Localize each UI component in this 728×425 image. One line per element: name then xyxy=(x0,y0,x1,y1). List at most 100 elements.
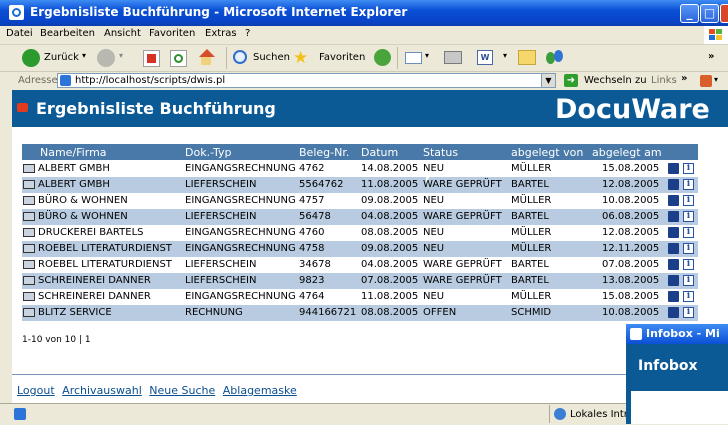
save-icon[interactable] xyxy=(668,259,679,270)
info-icon[interactable]: i xyxy=(683,195,694,206)
links-label[interactable]: Links xyxy=(651,75,677,86)
back-label[interactable]: Zurück xyxy=(44,52,79,63)
cell-name: BÜRO & WOHNEN xyxy=(38,195,128,206)
info-icon[interactable]: i xyxy=(683,163,694,174)
favorites-label[interactable]: Favoriten xyxy=(319,52,365,63)
save-icon[interactable] xyxy=(668,211,679,222)
cell-name: BLITZ SERVICE xyxy=(38,307,112,318)
table-row[interactable]: ALBERT GMBH EINGANGSRECHNUNG 4762 14.08.200… xyxy=(22,161,698,177)
info-icon[interactable]: i xyxy=(683,259,694,270)
info-icon[interactable]: i xyxy=(683,227,694,238)
forward-arrow-icon[interactable] xyxy=(97,49,115,67)
table-row[interactable]: BLITZ SERVICE RECHNUNG 944166721 08.08.2005… xyxy=(22,305,698,321)
ablagemaske-link[interactable]: Ablagemaske xyxy=(223,384,297,397)
infobox-titlebar[interactable]: Infobox - Mi xyxy=(626,324,728,344)
document-icon[interactable] xyxy=(23,180,35,189)
menu-ansicht[interactable]: Ansicht xyxy=(104,28,141,39)
col-status[interactable]: Status xyxy=(423,146,458,159)
info-icon[interactable]: i xyxy=(683,243,694,254)
go-arrow-icon[interactable]: ➜ xyxy=(564,74,578,87)
search-icon[interactable] xyxy=(233,50,247,64)
document-icon[interactable] xyxy=(23,260,35,269)
pager[interactable]: 1-10 von 10 | 1 xyxy=(22,335,91,345)
document-icon[interactable] xyxy=(23,196,35,205)
neue-suche-link[interactable]: Neue Suche xyxy=(149,384,215,397)
discuss-icon[interactable] xyxy=(518,50,536,65)
edit-dropdown-icon[interactable]: ▾ xyxy=(503,51,507,60)
back-arrow-icon[interactable] xyxy=(22,49,40,67)
minimize-button[interactable]: _ xyxy=(680,4,699,23)
menu-datei[interactable]: Datei xyxy=(6,28,33,39)
messenger-icon[interactable] xyxy=(546,50,564,66)
table-row[interactable]: ROEBEL LITERATURDIENST EINGANGSRECHNUNG 47… xyxy=(22,241,698,257)
maximize-button[interactable]: □ xyxy=(700,4,719,23)
go-button[interactable]: Wechseln zu xyxy=(584,75,647,86)
back-dropdown-icon[interactable]: ▾ xyxy=(82,51,86,60)
document-icon[interactable] xyxy=(23,244,35,253)
history-icon[interactable] xyxy=(374,49,391,66)
col-datum[interactable]: Datum xyxy=(361,146,398,159)
close-button[interactable] xyxy=(720,4,728,23)
mail-icon[interactable] xyxy=(405,52,422,64)
address-url[interactable]: http://localhost/scripts/dwis.pl xyxy=(75,75,225,86)
info-icon[interactable]: i xyxy=(683,291,694,302)
info-icon[interactable]: i xyxy=(683,275,694,286)
table-row[interactable]: BÜRO & WOHNEN EINGANGSRECHNUNG 4757 09.08.2… xyxy=(22,193,698,209)
home-icon[interactable] xyxy=(197,49,215,65)
info-icon[interactable]: i xyxy=(683,211,694,222)
address-dropdown-icon[interactable]: ▼ xyxy=(541,74,555,87)
info-icon[interactable]: i xyxy=(683,307,694,318)
col-doktyp[interactable]: Dok.-Typ xyxy=(185,146,232,159)
forward-dropdown-icon[interactable]: ▾ xyxy=(119,51,123,60)
address-bar: Adresse http://localhost/scripts/dwis.pl… xyxy=(0,72,728,91)
table-row[interactable]: ROEBEL LITERATURDIENST LIEFERSCHEIN 34678 0… xyxy=(22,257,698,273)
infobox-window[interactable]: Infobox - Mi Infobox xyxy=(626,324,728,424)
table-row[interactable]: BÜRO & WOHNEN LIEFERSCHEIN 56478 04.08.2005… xyxy=(22,209,698,225)
table-row[interactable]: SCHREINEREI DANNER EINGANGSRECHNUNG 4764 11… xyxy=(22,289,698,305)
menu-bearbeiten[interactable]: Bearbeiten xyxy=(40,28,95,39)
document-icon[interactable] xyxy=(23,292,35,301)
search-label[interactable]: Suchen xyxy=(253,52,290,63)
archivauswahl-link[interactable]: Archivauswahl xyxy=(62,384,142,397)
logout-link[interactable]: Logout xyxy=(17,384,55,397)
save-icon[interactable] xyxy=(668,163,679,174)
document-icon[interactable] xyxy=(23,164,35,173)
print-icon[interactable] xyxy=(444,51,462,64)
save-icon[interactable] xyxy=(668,291,679,302)
document-icon[interactable] xyxy=(23,308,35,317)
cell-status: WARE GEPRÜFT xyxy=(423,211,502,222)
table-row[interactable]: ALBERT GMBH LIEFERSCHEIN 5564762 11.08.2005… xyxy=(22,177,698,193)
stop-icon[interactable] xyxy=(143,50,160,67)
edit-word-icon[interactable]: W xyxy=(477,50,493,65)
table-row[interactable]: DRUCKEREI BARTELS EINGANGSRECHNUNG 4760 08.… xyxy=(22,225,698,241)
menu-extras[interactable]: Extras xyxy=(205,28,237,39)
document-icon[interactable] xyxy=(23,212,35,221)
info-icon[interactable]: i xyxy=(683,179,694,190)
save-icon[interactable] xyxy=(668,179,679,190)
col-abgelegt-am[interactable]: abgelegt am xyxy=(592,146,662,159)
toolbar-overflow[interactable]: » xyxy=(706,45,728,71)
favorites-star-icon[interactable]: ★ xyxy=(293,48,308,68)
save-icon[interactable] xyxy=(668,275,679,286)
save-icon[interactable] xyxy=(668,195,679,206)
table-row[interactable]: SCHREINEREI DANNER LIEFERSCHEIN 9823 07.08.… xyxy=(22,273,698,289)
menu-help[interactable]: ? xyxy=(245,28,250,39)
document-icon[interactable] xyxy=(23,228,35,237)
mail-dropdown-icon[interactable]: ▾ xyxy=(425,51,429,60)
col-name[interactable]: Name/Firma xyxy=(40,146,107,159)
save-icon[interactable] xyxy=(668,227,679,238)
cell-abgelegt-von: SCHMID xyxy=(511,307,552,318)
menu-favoriten[interactable]: Favoriten xyxy=(149,28,195,39)
address-input[interactable]: http://localhost/scripts/dwis.pl ▼ xyxy=(57,73,556,88)
plugin-dropdown-icon[interactable]: ▾ xyxy=(714,75,718,84)
cell-abgelegt-von: MÜLLER xyxy=(511,227,552,238)
links-overflow-icon[interactable]: » xyxy=(681,73,687,84)
col-abgelegt-von[interactable]: abgelegt von xyxy=(511,146,583,159)
refresh-icon[interactable] xyxy=(170,50,187,67)
col-belegnr[interactable]: Beleg-Nr. xyxy=(299,146,349,159)
plugin-icon[interactable] xyxy=(700,75,712,87)
window-titlebar: Ergebnisliste Buchführung - Microsoft In… xyxy=(0,0,728,26)
save-icon[interactable] xyxy=(668,243,679,254)
document-icon[interactable] xyxy=(23,276,35,285)
save-icon[interactable] xyxy=(668,307,679,318)
